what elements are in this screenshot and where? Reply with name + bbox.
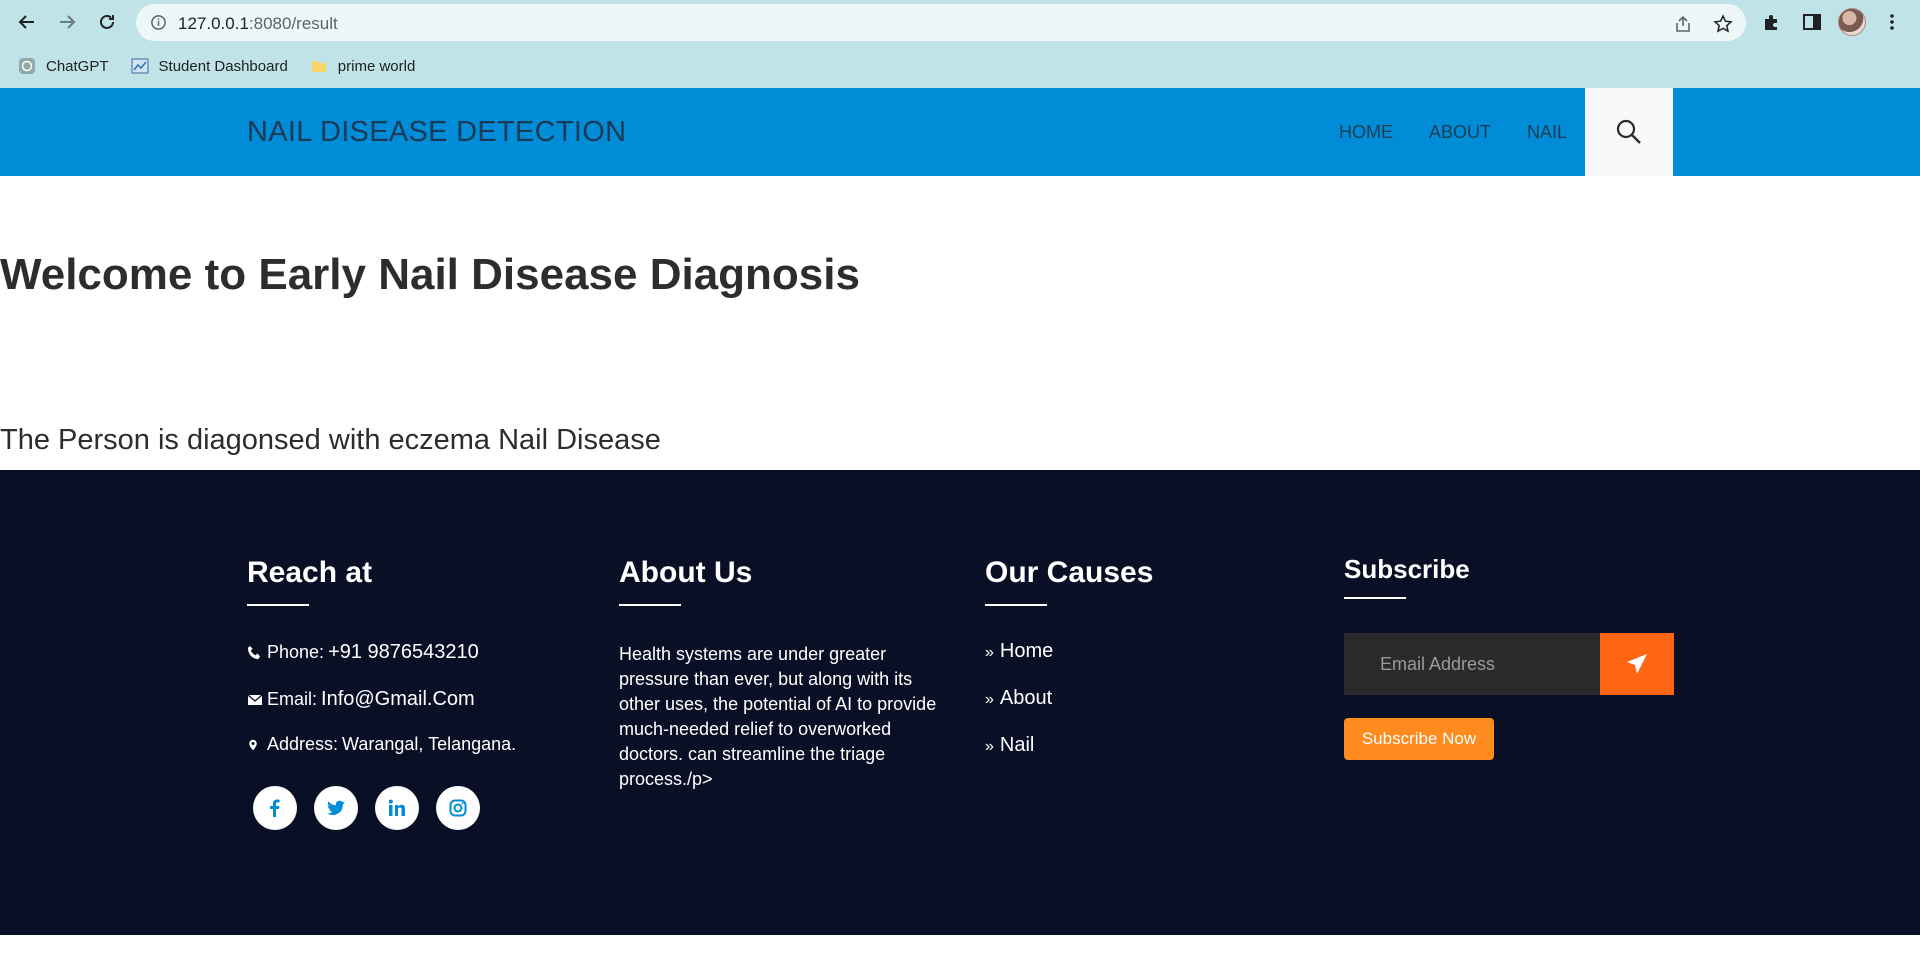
facebook-icon	[270, 799, 280, 817]
instagram-link[interactable]	[436, 786, 480, 830]
share-icon[interactable]	[1673, 14, 1693, 34]
menu-button[interactable]	[1880, 10, 1904, 34]
causes-column: Our Causes » Home » About » Nail	[985, 556, 1154, 756]
email-input[interactable]	[1344, 633, 1600, 695]
linkedin-icon	[388, 799, 405, 816]
reach-column: Reach at Phone: +91 9876543210 Email: In…	[247, 556, 516, 830]
profile-avatar[interactable]	[1838, 8, 1866, 36]
cause-link-home[interactable]: » Home	[985, 640, 1053, 663]
extensions-button[interactable]	[1760, 10, 1784, 34]
reload-icon	[100, 14, 114, 29]
twitter-link[interactable]	[314, 786, 358, 830]
send-button[interactable]	[1600, 633, 1674, 695]
side-panel-icon	[1803, 14, 1821, 30]
phone-line: Phone: +91 9876543210	[247, 641, 479, 664]
bookmark-prime-world[interactable]: prime world	[310, 57, 415, 75]
cause-link-about[interactable]: » About	[985, 687, 1052, 710]
folder-icon	[310, 57, 328, 75]
nav-about[interactable]: ABOUT	[1429, 122, 1491, 143]
bookmarks-bar: ChatGPT Student Dashboard prime world	[0, 52, 419, 80]
url-text: 127.0.0.1:8080/result	[178, 14, 338, 33]
about-title: About Us	[619, 556, 753, 589]
double-chevron-right-icon: »	[985, 644, 994, 661]
subscribe-title: Subscribe	[1344, 554, 1470, 584]
subscribe-button[interactable]: Subscribe Now	[1344, 718, 1494, 760]
browser-toolbar: 127.0.0.1:8080/result ChatGPT Student Da…	[0, 0, 1920, 88]
title-underline	[247, 604, 309, 606]
phone-icon	[247, 645, 263, 661]
diagnosis-result: The Person is diagonsed with eczema Nail…	[0, 424, 661, 456]
more-vert-icon	[1890, 14, 1894, 30]
paper-plane-icon	[1627, 654, 1647, 674]
chatgpt-icon	[18, 57, 36, 75]
instagram-icon	[449, 799, 467, 817]
site-info-icon[interactable]	[150, 14, 167, 31]
reach-title: Reach at	[247, 556, 373, 589]
bookmark-chatgpt[interactable]: ChatGPT	[18, 57, 109, 75]
site-header: NAIL DISEASE DETECTION HOME ABOUT NAIL	[0, 88, 1920, 176]
causes-title: Our Causes	[985, 556, 1154, 589]
nav-home[interactable]: HOME	[1339, 122, 1393, 143]
forward-arrow-icon	[60, 15, 76, 29]
page-title: Welcome to Early Nail Disease Diagnosis	[0, 250, 860, 299]
about-column: About Us Health systems are under greate…	[619, 556, 936, 789]
back-button[interactable]	[13, 8, 41, 36]
search-icon	[1616, 119, 1641, 144]
social-links	[253, 786, 497, 830]
reload-button[interactable]	[93, 8, 121, 36]
map-marker-icon	[247, 737, 263, 753]
envelope-icon	[247, 692, 263, 708]
side-panel-button[interactable]	[1800, 10, 1824, 34]
cause-link-nail[interactable]: » Nail	[985, 734, 1034, 757]
facebook-link[interactable]	[253, 786, 297, 830]
address-line: Address: Warangal, Telangana.	[247, 734, 516, 755]
subscribe-column: Subscribe Subscribe Now	[1344, 554, 1674, 760]
bookmark-star-icon[interactable]	[1713, 14, 1733, 34]
address-bar[interactable]: 127.0.0.1:8080/result	[136, 4, 1746, 41]
twitter-icon	[327, 800, 345, 816]
dashboard-icon	[131, 57, 149, 75]
nav-nail[interactable]: NAIL	[1527, 122, 1567, 143]
back-arrow-icon	[18, 15, 34, 29]
forward-button[interactable]	[53, 8, 81, 36]
search-button[interactable]	[1585, 88, 1673, 176]
about-text: Health systems are under greater pressur…	[619, 644, 937, 789]
linkedin-link[interactable]	[375, 786, 419, 830]
site-brand[interactable]: NAIL DISEASE DETECTION	[247, 116, 626, 149]
bookmark-student-dashboard[interactable]: Student Dashboard	[131, 57, 288, 75]
title-underline	[985, 604, 1047, 606]
double-chevron-right-icon: »	[985, 738, 994, 755]
title-underline	[619, 604, 681, 606]
title-underline	[1344, 597, 1406, 599]
double-chevron-right-icon: »	[985, 691, 994, 708]
puzzle-icon	[1765, 15, 1777, 30]
email-line: Email: Info@Gmail.Com	[247, 688, 475, 711]
subscribe-form	[1344, 633, 1674, 695]
site-footer: Reach at Phone: +91 9876543210 Email: In…	[0, 470, 1920, 935]
